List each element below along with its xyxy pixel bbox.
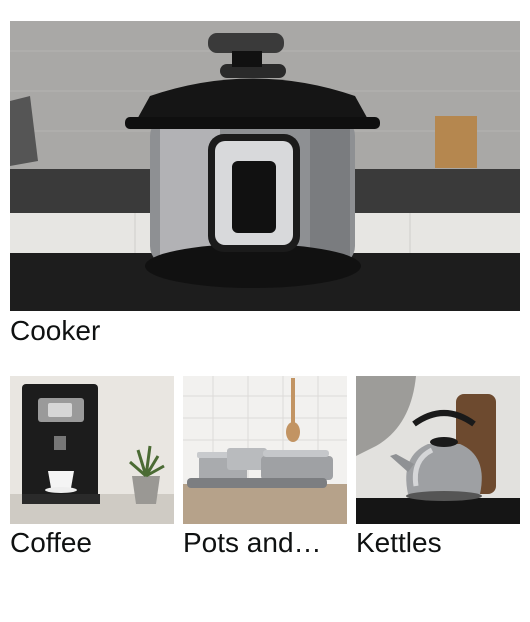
coffee-machine-image[interactable] [10, 376, 174, 524]
tile-kettles[interactable]: Kettles [356, 376, 520, 566]
feature-tile-cooker[interactable]: Cooker [10, 21, 520, 347]
stovetop-kettle-image[interactable] [356, 376, 520, 524]
cookware-set-image[interactable] [183, 376, 347, 524]
tile-label-kettles: Kettles [356, 527, 442, 558]
tile-label-coffee: Coffee [10, 527, 92, 558]
feature-tile-label: Cooker [10, 315, 101, 346]
pressure-cooker-image[interactable] [10, 21, 520, 311]
tile-pots-and-pans[interactable]: Pots and… [183, 376, 347, 566]
tile-coffee[interactable]: Coffee [10, 376, 174, 566]
tile-label-pots-and-pans: Pots and… [183, 527, 322, 558]
